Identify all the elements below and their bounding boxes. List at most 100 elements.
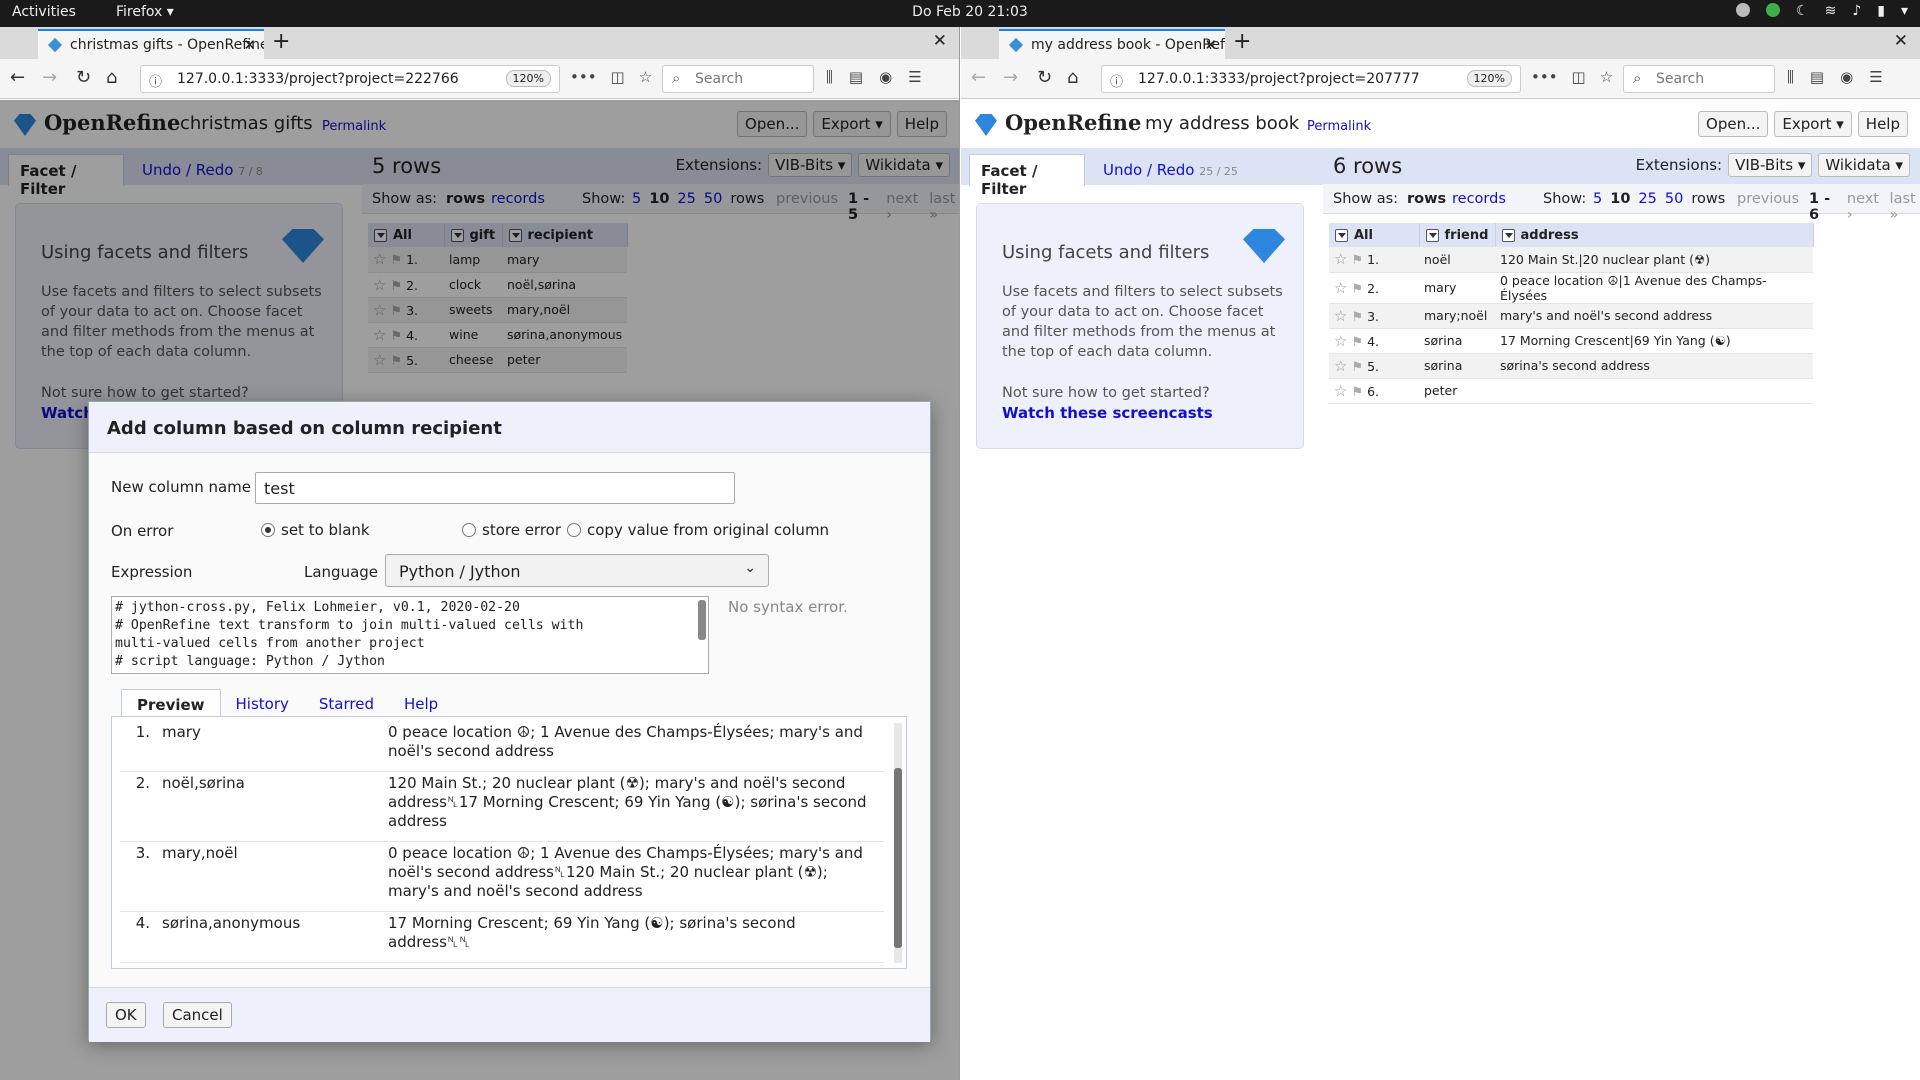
close-tab-icon[interactable]: ✕ [243,36,256,54]
shield-icon[interactable]: ⓘ [149,71,162,90]
star-icon[interactable]: ☆ [1334,357,1347,375]
expression-textarea[interactable]: # jython-cross.py, Felix Lohmeier, v0.1,… [111,596,709,674]
next-link[interactable]: next › [1847,191,1880,223]
column-header-address[interactable]: address [1495,223,1814,247]
clock[interactable]: Do Feb 20 21:03 [900,4,1040,20]
reload-icon[interactable]: ↻ [1037,67,1052,88]
close-window-icon[interactable]: ✕ [1894,31,1908,51]
new-tab-icon[interactable]: + [1233,29,1251,54]
flag-icon[interactable]: ⚑ [1351,385,1363,400]
last-link[interactable]: last » [1890,191,1920,223]
new-column-name-input[interactable]: test [255,472,735,504]
new-tab-icon[interactable]: + [272,29,290,54]
cell[interactable]: mary;noël [1419,303,1495,329]
more-actions-icon[interactable]: ••• [1531,68,1558,86]
library-icon[interactable]: ⫼ [826,68,833,86]
forward-icon[interactable]: → [1003,67,1018,88]
home-icon[interactable]: ⌂ [1067,67,1078,88]
search-box[interactable]: ⌕ Search [662,65,814,93]
sidebar-icon[interactable]: ▤ [849,68,863,86]
zoom-badge[interactable]: 120% [1466,70,1512,87]
cell[interactable]: mary [1419,272,1495,304]
bookmark-star-icon[interactable]: ☆ [639,68,652,86]
menu-icon[interactable]: ☰ [908,68,921,86]
tab-preview[interactable]: Preview [121,689,221,717]
forward-icon[interactable]: → [42,67,57,88]
cell[interactable]: mary's and noël's second address [1495,303,1813,329]
cell[interactable]: noël [1419,247,1495,273]
radio-selected-icon[interactable] [261,523,275,537]
app-menu[interactable]: Firefox ▾ [116,4,174,20]
night-light-icon[interactable]: ☾ [1796,3,1809,19]
radio-icon[interactable] [567,523,581,537]
page-size-50[interactable]: 50 [1665,191,1683,207]
cancel-button[interactable]: Cancel [163,1002,232,1028]
radio-store-error[interactable]: store error [462,521,561,539]
home-icon[interactable]: ⌂ [106,67,117,88]
browser-tab[interactable]: my address book - OpenRefine ✕ [999,29,1225,59]
star-icon[interactable]: ☆ [1334,250,1347,268]
tab-history[interactable]: History [221,689,304,717]
shield-icon[interactable]: ⓘ [1110,71,1123,90]
close-tab-icon[interactable]: ✕ [1204,36,1217,54]
help-button[interactable]: Help [1857,111,1908,137]
open-button[interactable]: Open... [1698,111,1769,137]
volume-icon[interactable]: ♪ [1852,3,1861,19]
preview-scrollbar[interactable] [894,723,902,963]
column-menu-icon[interactable] [1335,228,1348,242]
star-icon[interactable]: ☆ [1334,307,1347,325]
system-menu-chevron-icon[interactable]: ▾ [1901,3,1908,19]
url-bar[interactable]: ⓘ 127.0.0.1:3333/project?project=207777 … [1101,65,1521,93]
wikidata-menu[interactable]: Wikidata ▾ [1818,153,1910,177]
column-header-friend[interactable]: friend [1419,223,1496,247]
more-actions-icon[interactable]: ••• [570,68,597,86]
library-icon[interactable]: ⫼ [1787,68,1794,86]
close-window-icon[interactable]: ✕ [933,31,947,51]
flag-icon[interactable]: ⚑ [1351,253,1363,268]
pocket-icon[interactable]: ◫ [611,68,625,86]
screencasts-link[interactable]: Watch these screencasts [1002,404,1213,422]
sidebar-icon[interactable]: ▤ [1810,68,1824,86]
cell[interactable]: 120 Main St.|20 nuclear plant (☢) [1495,247,1813,273]
cell[interactable]: 0 peace location ☮|1 Avenue des Champs-É… [1495,272,1813,304]
project-name[interactable]: my address book [1145,113,1299,134]
battery-icon[interactable]: ▮ [1877,3,1885,19]
back-icon[interactable]: ← [10,67,25,88]
tab-starred[interactable]: Starred [304,689,389,717]
back-icon[interactable]: ← [971,67,986,88]
star-icon[interactable]: ☆ [1334,382,1347,400]
menu-icon[interactable]: ☰ [1869,68,1882,86]
flag-icon[interactable]: ⚑ [1351,282,1363,297]
url-bar[interactable]: ⓘ 127.0.0.1:3333/project?project=222766 … [140,65,560,93]
rows-mode[interactable]: rows [1407,191,1446,207]
ok-button[interactable]: OK [106,1002,146,1028]
cell[interactable]: 17 Morning Crescent|69 Yin Yang (☯) [1495,328,1813,354]
language-select[interactable]: Python / Jython ⌄ [385,554,769,587]
vib-bits-menu[interactable]: VIB-Bits ▾ [1728,153,1813,177]
brand[interactable]: OpenRefine [1005,110,1141,135]
flag-icon[interactable]: ⚑ [1351,310,1363,325]
search-box[interactable]: ⌕ Search [1623,65,1775,93]
radio-copy-value[interactable]: copy value from original column [567,521,829,539]
flag-icon[interactable]: ⚑ [1351,360,1363,375]
zoom-badge[interactable]: 120% [505,70,551,87]
radio-icon[interactable] [462,523,476,537]
wifi-icon[interactable]: ≋ [1825,3,1837,19]
star-icon[interactable]: ☆ [1334,279,1347,297]
openrefine-logo-icon[interactable] [975,114,997,136]
radio-set-to-blank[interactable]: set to blank [261,521,370,539]
pocket-icon[interactable]: ◫ [1572,68,1586,86]
account-icon[interactable]: ◉ [879,68,892,86]
pause-icon[interactable] [1736,3,1751,17]
updates-icon[interactable] [1766,3,1781,17]
star-icon[interactable]: ☆ [1334,332,1347,350]
page-size-5[interactable]: 5 [1593,191,1602,207]
previous-link[interactable]: previous [1737,191,1799,223]
flag-icon[interactable]: ⚑ [1351,335,1363,350]
tab-help[interactable]: Help [389,689,453,717]
account-icon[interactable]: ◉ [1840,68,1853,86]
activities-button[interactable]: Activities [12,4,76,20]
page-size-25[interactable]: 25 [1638,191,1656,207]
column-menu-icon[interactable] [1425,228,1439,242]
page-size-10[interactable]: 10 [1610,191,1630,207]
